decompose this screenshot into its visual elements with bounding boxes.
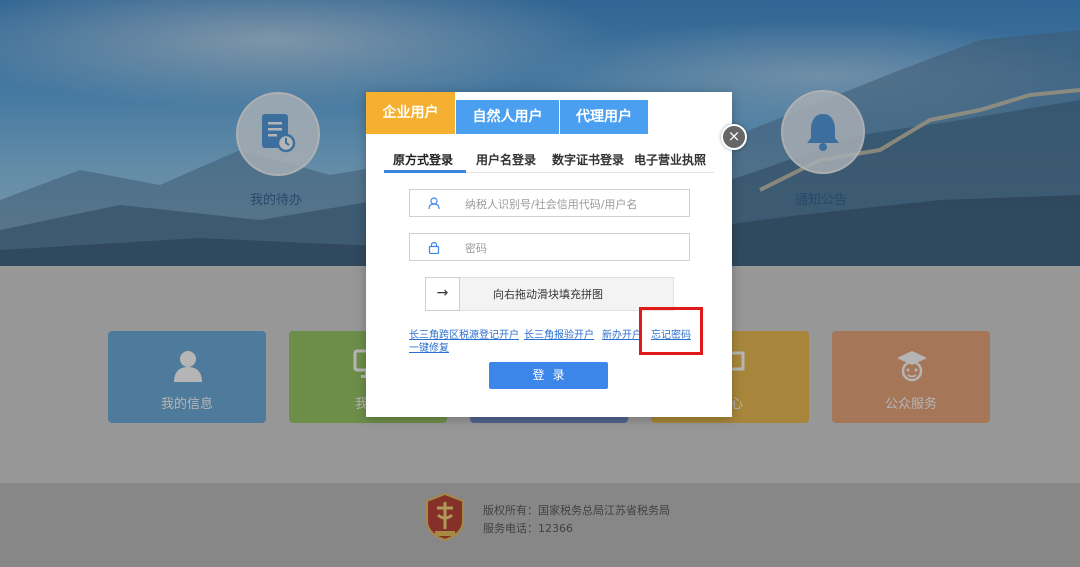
slider-instruction: 向右拖动滑块填充拼图: [493, 288, 603, 301]
tab-original-login[interactable]: 原方式登录: [393, 151, 453, 168]
tab-individual-user[interactable]: 自然人用户: [456, 100, 559, 134]
link-yrd-inspection[interactable]: 长三角报验开户: [524, 326, 594, 341]
tab-username-login[interactable]: 用户名登录: [476, 151, 536, 168]
tab-business-license[interactable]: 电子营业执照: [634, 151, 706, 168]
password-input[interactable]: 密码: [409, 233, 690, 261]
username-placeholder: 纳税人识别号/社会信用代码/用户名: [465, 198, 638, 211]
slider-handle[interactable]: →: [425, 277, 460, 311]
tab-certificate-login[interactable]: 数字证书登录: [552, 151, 624, 168]
lock-icon: [428, 242, 440, 254]
password-placeholder: 密码: [465, 242, 487, 255]
user-icon: [428, 197, 440, 210]
username-input[interactable]: 纳税人识别号/社会信用代码/用户名: [409, 189, 690, 217]
tab-agent-user[interactable]: 代理用户: [560, 100, 648, 134]
link-one-click-repair[interactable]: 一键修复: [409, 339, 449, 354]
forgot-password-highlight: [639, 307, 703, 355]
close-icon[interactable]: ×: [721, 124, 747, 150]
subtab-active-indicator: [384, 170, 466, 173]
login-button[interactable]: 登录: [489, 362, 608, 389]
link-new-account[interactable]: 新办开户: [602, 326, 642, 341]
tab-enterprise-user[interactable]: 企业用户: [366, 92, 455, 134]
